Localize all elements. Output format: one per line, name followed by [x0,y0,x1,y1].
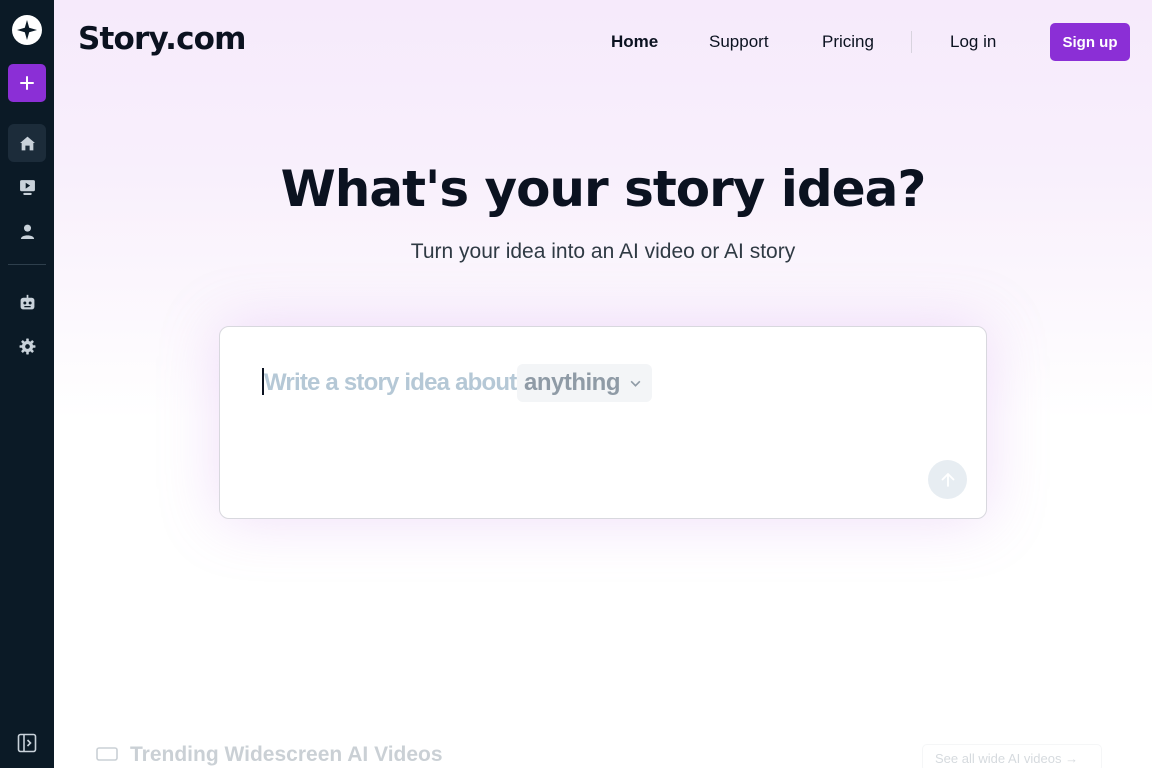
video-library-icon [19,179,35,195]
sidebar-item-bots[interactable] [8,283,46,321]
hero-subtitle: Turn your idea into an AI video or AI st… [410,240,796,263]
see-all-wide-videos-link[interactable]: See all wide AI videos → [922,744,1102,768]
widescreen-icon [96,747,118,761]
sidebar-toggle-icon [17,733,37,753]
brand-logo[interactable]: Story.com [78,21,246,57]
sidebar-toggle-button[interactable] [17,733,37,758]
sidebar [0,0,54,768]
sidebar-item-settings[interactable] [8,327,46,365]
sidebar-item-videos[interactable] [8,168,46,206]
gear-icon [19,338,35,354]
story-prompt-box[interactable]: Write a story idea about anything [219,326,987,519]
login-link[interactable]: Log in [950,32,996,52]
nav-home-link[interactable]: Home [611,32,658,52]
trending-title: Trending Widescreen AI Videos [130,743,443,766]
top-nav: Story.com Home Support Pricing Log in Si… [54,0,1152,84]
trending-section: Trending Widescreen AI Videos See all wi… [74,736,1134,768]
topic-dropdown[interactable]: anything [517,364,652,402]
sidebar-item-profile[interactable] [8,212,46,250]
sidebar-item-home[interactable] [8,124,46,162]
hero-title: What's your story idea? [280,160,927,218]
nav-pricing-link[interactable]: Pricing [822,32,874,52]
nav-divider [911,31,912,53]
new-story-button[interactable] [8,64,46,102]
compass-star-icon[interactable] [12,15,42,45]
sidebar-divider [8,264,46,265]
topic-value: anything [524,369,621,396]
prompt-placeholder[interactable]: Write a story idea about [264,369,517,397]
robot-icon [20,294,34,309]
submit-idea-button[interactable] [928,460,967,499]
signup-button[interactable]: Sign up [1050,23,1130,61]
chevron-down-icon [630,380,641,387]
home-icon [19,136,35,150]
main-content: Story.com Home Support Pricing Log in Si… [54,0,1152,768]
arrow-up-icon [941,472,954,487]
user-icon [20,224,34,239]
plus-icon [20,76,34,90]
nav-support-link[interactable]: Support [709,32,769,52]
